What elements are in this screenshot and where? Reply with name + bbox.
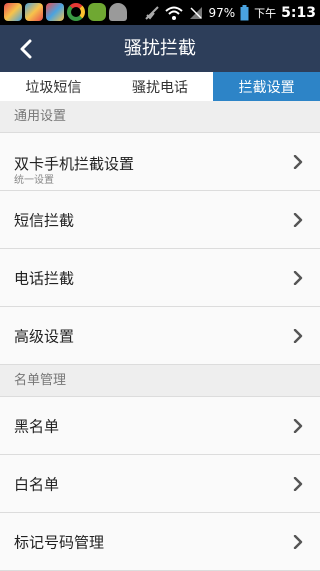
settings-list: 通用设置 双卡手机拦截设置 统一设置 短信拦截 电话拦截 高级设置 名单管理 黑…: [0, 101, 320, 571]
section-header-list-mgmt: 名单管理: [0, 365, 320, 397]
tab-bar: 垃圾短信 骚扰电话 拦截设置: [0, 72, 320, 102]
section-header-general: 通用设置: [0, 101, 320, 133]
tab-harass-calls[interactable]: 骚扰电话: [106, 72, 214, 101]
row-label: 标记号码管理: [14, 533, 105, 551]
app-notification-icon: [25, 3, 43, 21]
chevron-right-icon: [293, 476, 303, 491]
ampm: 下午: [254, 6, 277, 20]
usb-debug-icon: [88, 3, 106, 21]
app-notification-icon: [46, 3, 64, 21]
status-bar: 97% 下午 5:13: [0, 0, 320, 25]
row-label: 白名单: [14, 475, 60, 493]
chevron-right-icon: [293, 418, 303, 433]
no-signal-icon: [189, 6, 202, 19]
row-label: 高级设置: [14, 327, 75, 345]
app-notification-icon: [4, 3, 22, 21]
row-label: 黑名单: [14, 417, 60, 435]
marked-number-management[interactable]: 标记号码管理: [0, 513, 320, 571]
status-indicators: 97% 下午 5:13: [144, 2, 316, 23]
battery-percent: 97%: [208, 5, 236, 20]
tab-spam-sms[interactable]: 垃圾短信: [0, 72, 107, 101]
row-label: 短信拦截: [14, 211, 75, 229]
battery-icon: [240, 4, 249, 20]
chevron-right-icon: [293, 328, 303, 343]
chevron-right-icon: [293, 212, 303, 227]
chevron-right-icon: [293, 534, 303, 549]
row-sublabel: 统一设置: [14, 175, 54, 186]
row-label: 电话拦截: [14, 269, 75, 287]
tab-block-settings[interactable]: 拦截设置: [213, 72, 320, 101]
call-block[interactable]: 电话拦截: [0, 249, 320, 307]
dual-sim-block-settings[interactable]: 双卡手机拦截设置 统一设置: [0, 133, 320, 191]
advanced-settings[interactable]: 高级设置: [0, 307, 320, 365]
title-bar: 骚扰拦截: [0, 25, 320, 72]
signal-off-icon: [144, 5, 159, 20]
sync-icon: [67, 3, 85, 21]
page-title: 骚扰拦截: [124, 38, 196, 59]
chevron-right-icon: [293, 154, 303, 169]
notification-icons: [4, 3, 127, 21]
whitelist[interactable]: 白名单: [0, 455, 320, 513]
clock: 5:13: [281, 4, 316, 21]
chevron-right-icon: [293, 270, 303, 285]
wifi-icon: [164, 6, 183, 20]
android-icon: [109, 3, 127, 21]
sms-block[interactable]: 短信拦截: [0, 191, 320, 249]
blacklist[interactable]: 黑名单: [0, 397, 320, 455]
